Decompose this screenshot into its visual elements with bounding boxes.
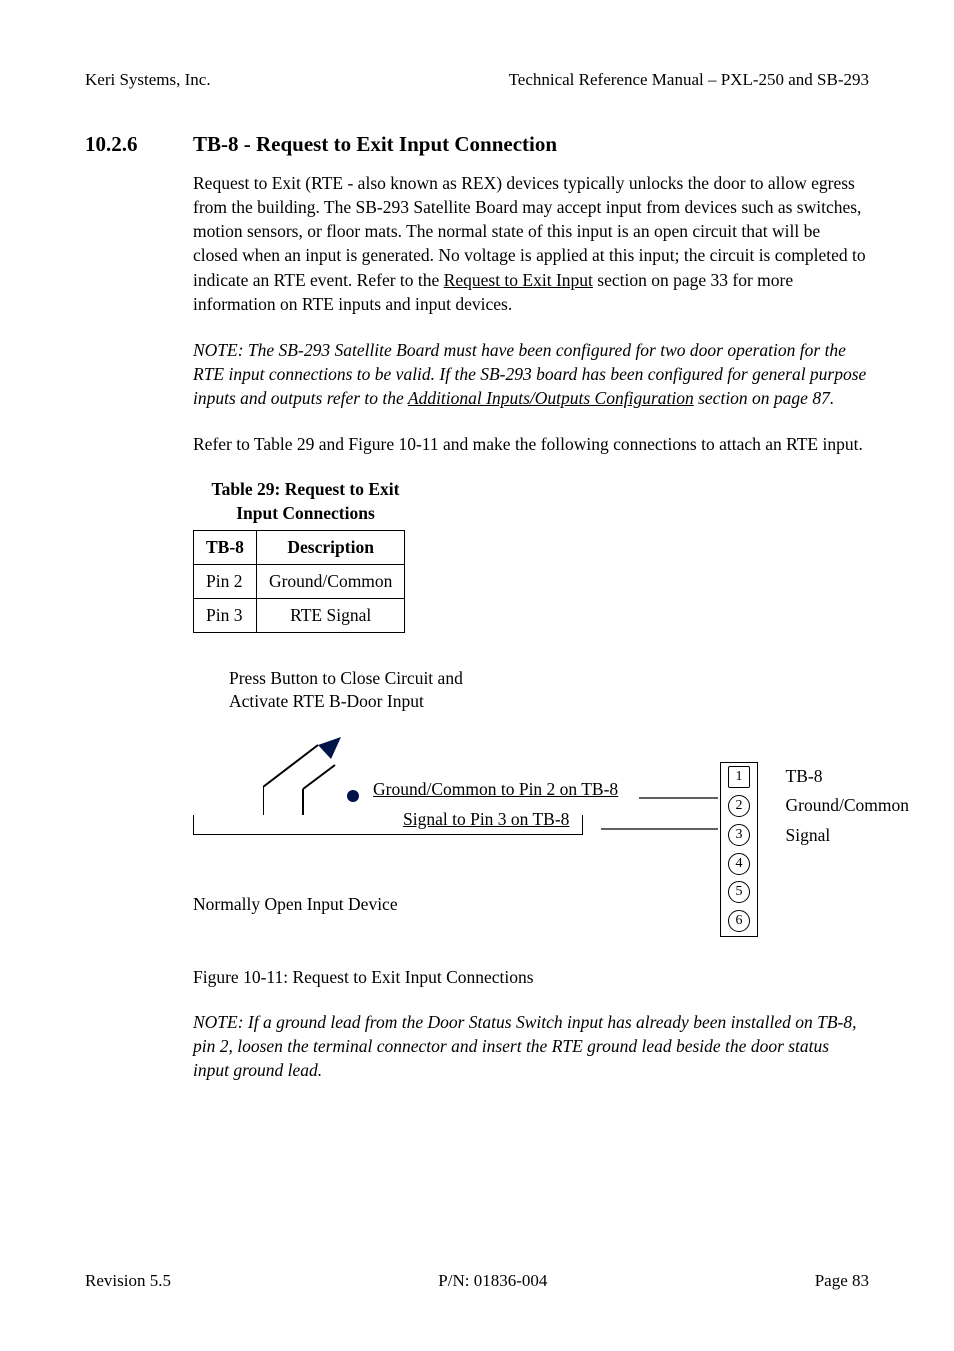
table-caption: Table 29: Request to Exit Input Connecti… bbox=[193, 478, 418, 525]
term-label-signal: Signal bbox=[786, 821, 909, 851]
header-left: Keri Systems, Inc. bbox=[85, 70, 211, 90]
section-title: TB-8 - Request to Exit Input Connection bbox=[193, 132, 557, 157]
figure-10-11: Press Button to Close Circuit and Activa… bbox=[193, 667, 933, 967]
table-29: Table 29: Request to Exit Input Connecti… bbox=[193, 478, 869, 632]
table-head-row: TB-8 Description bbox=[194, 530, 405, 564]
link-request-to-exit-input[interactable]: Request to Exit Input bbox=[444, 270, 593, 290]
terminal-pin-6: 6 bbox=[728, 910, 750, 932]
th-description: Description bbox=[256, 530, 404, 564]
cell-pin3: Pin 3 bbox=[194, 598, 257, 632]
fig-top-line1: Press Button to Close Circuit and bbox=[229, 667, 933, 691]
terminal-labels: TB-8 Ground/Common Signal bbox=[786, 762, 909, 851]
connections-table: TB-8 Description Pin 2 Ground/Common Pin… bbox=[193, 530, 405, 633]
footer-revision: Revision 5.5 bbox=[85, 1271, 171, 1291]
term-label-ground: Ground/Common bbox=[786, 791, 909, 821]
paragraph-1: Request to Exit (RTE - also known as REX… bbox=[193, 171, 869, 316]
terminal-pin-2: 2 bbox=[728, 795, 750, 817]
section-heading: 10.2.6 TB-8 - Request to Exit Input Conn… bbox=[85, 132, 869, 157]
footer-page: Page 83 bbox=[815, 1271, 869, 1291]
cell-pin2-desc: Ground/Common bbox=[256, 564, 404, 598]
section-number: 10.2.6 bbox=[85, 132, 153, 157]
table-caption-line1: Table 29: Request to Exit bbox=[193, 478, 418, 502]
wire-lines-icon bbox=[583, 795, 723, 841]
terminal-pin-1: 1 bbox=[728, 766, 750, 788]
terminal-block: 1 2 3 4 5 6 bbox=[720, 762, 758, 937]
footer-pn: P/N: 01836-004 bbox=[438, 1271, 547, 1291]
term-label-title: TB-8 bbox=[786, 762, 909, 792]
junction-dot-icon bbox=[346, 789, 360, 803]
terminal-pin-3: 3 bbox=[728, 824, 750, 846]
table-row: Pin 2 Ground/Common bbox=[194, 564, 405, 598]
body-content: Request to Exit (RTE - also known as REX… bbox=[193, 171, 869, 456]
note-2: NOTE: If a ground lead from the Door Sta… bbox=[193, 1010, 869, 1082]
normally-open-label: Normally Open Input Device bbox=[193, 894, 398, 915]
switch-icon bbox=[263, 737, 351, 815]
cell-pin3-desc: RTE Signal bbox=[256, 598, 404, 632]
figure-top-caption: Press Button to Close Circuit and Activa… bbox=[229, 667, 933, 714]
page-footer: Revision 5.5 P/N: 01836-004 Page 83 bbox=[85, 1271, 869, 1291]
header-right: Technical Reference Manual – PXL-250 and… bbox=[509, 70, 869, 90]
figure-caption: Figure 10-11: Request to Exit Input Conn… bbox=[193, 967, 869, 988]
table-caption-line2: Input Connections bbox=[193, 502, 418, 526]
fig-top-line2: Activate RTE B-Door Input bbox=[229, 690, 933, 714]
note1-post: section on page 87. bbox=[694, 388, 834, 408]
page-header: Keri Systems, Inc. Technical Reference M… bbox=[85, 70, 869, 90]
note-2-block: NOTE: If a ground lead from the Door Sta… bbox=[193, 1010, 869, 1082]
th-tb8: TB-8 bbox=[194, 530, 257, 564]
wire-label-signal: Signal to Pin 3 on TB-8 bbox=[403, 809, 569, 830]
terminal-pin-5: 5 bbox=[728, 881, 750, 903]
table-row: Pin 3 RTE Signal bbox=[194, 598, 405, 632]
terminal-pin-4: 4 bbox=[728, 853, 750, 875]
cell-pin2: Pin 2 bbox=[194, 564, 257, 598]
paragraph-2: Refer to Table 29 and Figure 10-11 and m… bbox=[193, 432, 869, 456]
note-1: NOTE: The SB-293 Satellite Board must ha… bbox=[193, 338, 869, 410]
wire-label-ground: Ground/Common to Pin 2 on TB-8 bbox=[373, 779, 618, 800]
link-additional-io-config[interactable]: Additional Inputs/Outputs Configuration bbox=[408, 388, 694, 408]
